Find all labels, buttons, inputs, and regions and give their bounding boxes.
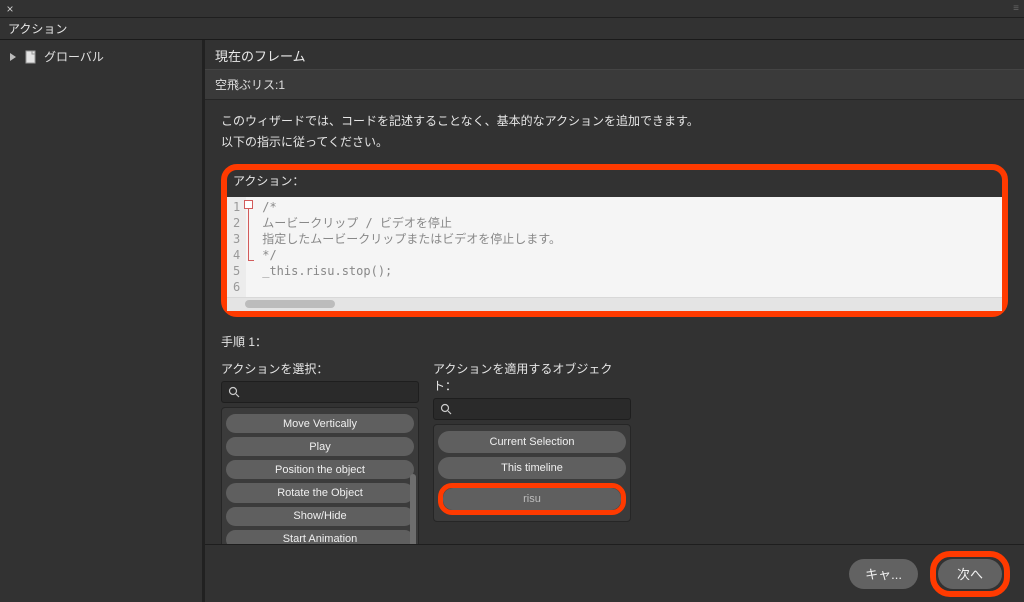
search-icon	[228, 386, 240, 398]
action-list-scrollbar[interactable]	[410, 414, 416, 544]
code-gutter: 123456	[227, 197, 246, 297]
action-code-label: アクション：	[227, 170, 1002, 193]
target-search-input[interactable]	[456, 402, 624, 416]
action-search[interactable]	[221, 381, 419, 403]
sidebar-item-global[interactable]: グローバル	[0, 46, 202, 67]
next-button-highlight: 次へ	[930, 551, 1010, 597]
target-item-current-selection[interactable]: Current Selection	[438, 431, 626, 453]
action-list: Move Vertically Play Position the object…	[221, 407, 419, 544]
action-item-play[interactable]: Play	[226, 437, 414, 456]
action-item-position-object[interactable]: Position the object	[226, 460, 414, 479]
code-editor[interactable]: 123456 /* ムービークリップ / ビデオを停止 指定したムービークリップ…	[227, 197, 1002, 297]
code-scrollbar[interactable]	[227, 297, 1002, 311]
cancel-button[interactable]: キャ...	[849, 559, 918, 589]
action-item-start-animation[interactable]: Start Animation	[226, 530, 414, 544]
action-search-input[interactable]	[244, 385, 412, 399]
sidebar-item-label: グローバル	[44, 48, 104, 65]
action-list-label: アクションを選択：	[221, 360, 419, 377]
wizard-footer: キャ... 次へ	[205, 544, 1024, 602]
search-icon	[440, 403, 452, 415]
panel-grip-icon: ≡	[1013, 3, 1020, 14]
frame-subheader[interactable]: 空飛ぶリス:1	[205, 70, 1024, 100]
code-preview-highlight: アクション： 123456 /* ムービークリップ / ビデオを停止 指定したム…	[221, 164, 1008, 317]
chevron-right-icon	[8, 53, 18, 61]
target-search[interactable]	[433, 398, 631, 420]
target-item-risu[interactable]: risu	[443, 488, 621, 510]
step-label: 手順 1：	[221, 333, 1008, 350]
target-item-this-timeline[interactable]: This timeline	[438, 457, 626, 479]
action-item-rotate-object[interactable]: Rotate the Object	[226, 483, 414, 502]
target-item-risu-highlight: risu	[438, 483, 626, 515]
close-icon[interactable]: ×	[4, 3, 16, 15]
next-button[interactable]: 次へ	[938, 559, 1002, 589]
action-item-show-hide[interactable]: Show/Hide	[226, 507, 414, 526]
document-icon	[24, 50, 38, 64]
code-lines: /* ムービークリップ / ビデオを停止 指定したムービークリップまたはビデオを…	[246, 197, 1002, 297]
target-list-label: アクションを適用するオブジェクト：	[433, 360, 631, 394]
action-item-move-vertically[interactable]: Move Vertically	[226, 414, 414, 433]
target-list: Current Selection This timeline risu	[433, 424, 631, 522]
wizard-intro-2: 以下の指示に従ってください。	[221, 133, 1008, 150]
sidebar: グローバル	[0, 40, 205, 602]
panel-title: アクション	[0, 18, 1024, 40]
wizard-intro-1: このウィザードでは、コードを記述することなく、基本的なアクションを追加できます。	[221, 112, 1008, 129]
frame-header: 現在のフレーム	[205, 40, 1024, 70]
